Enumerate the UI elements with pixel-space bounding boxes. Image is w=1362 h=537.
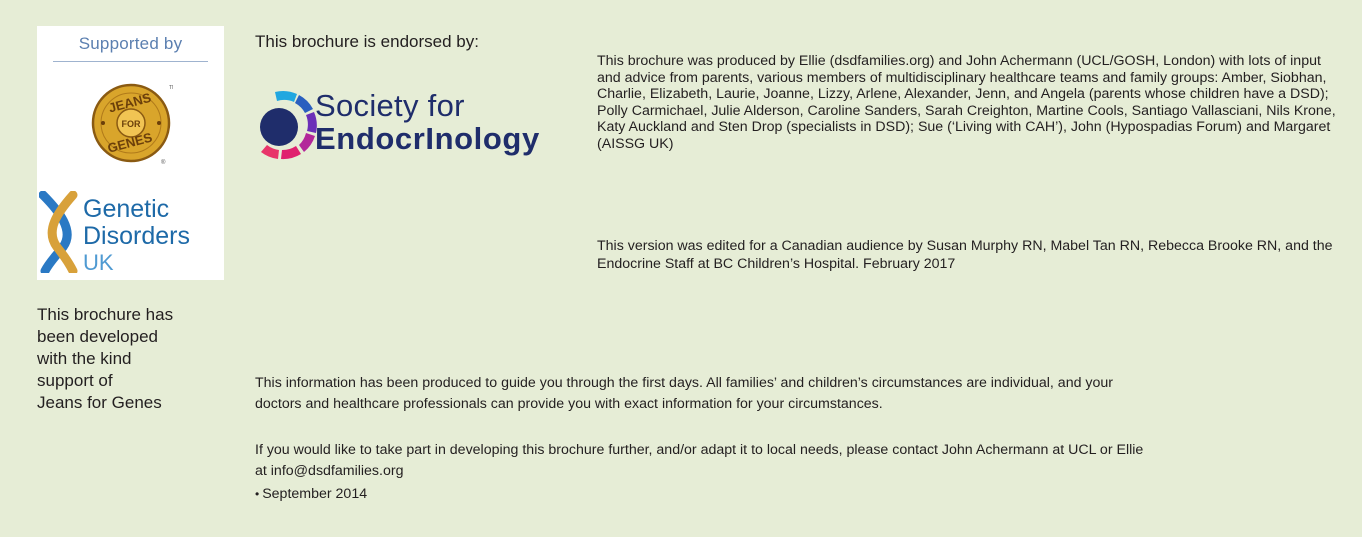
logo-ring-segment bbox=[275, 91, 297, 102]
development-note-line: with the kind bbox=[37, 349, 132, 368]
logo-ring-segment bbox=[281, 146, 301, 160]
date-text: September 2014 bbox=[262, 486, 368, 502]
genetic-disorders-uk-logo: Genetic Disorders UK bbox=[39, 191, 190, 273]
for-text: FOR bbox=[122, 119, 141, 129]
endorsed-heading: This brochure is endorsed by: bbox=[255, 32, 479, 51]
disorders-text: Disorders bbox=[83, 222, 190, 250]
development-note-line: This brochure has bbox=[37, 305, 174, 324]
genetic-text: Genetic bbox=[83, 195, 169, 223]
uk-text: UK bbox=[83, 250, 114, 273]
trademark-mark: TM bbox=[169, 85, 173, 91]
version-note: This version was edited for a Canadian a… bbox=[597, 238, 1333, 273]
guidance-paragraph: This information has been produced to gu… bbox=[255, 375, 1114, 412]
logo-ring-segment bbox=[261, 145, 279, 159]
logo-ring-segment bbox=[299, 133, 315, 152]
date-line: • September 2014 bbox=[255, 486, 367, 502]
development-note-line: been developed bbox=[37, 327, 159, 346]
jeans-for-genes-logo: JEANS FOR GENES TM ® bbox=[91, 83, 173, 165]
credits-paragraph: This brochure was produced by Ellie (dsd… bbox=[597, 53, 1336, 152]
society-logo-line2: EndocrInology bbox=[315, 121, 540, 156]
divider bbox=[53, 61, 208, 62]
contact-paragraph: If you would like to take part in develo… bbox=[255, 442, 1144, 479]
logo-ring-segment bbox=[295, 95, 313, 113]
development-note-line: Jeans for Genes bbox=[37, 393, 162, 412]
bullet-icon: • bbox=[255, 487, 260, 501]
society-logo-line1: Society for bbox=[315, 88, 465, 123]
logo-core-circle bbox=[260, 108, 298, 146]
development-note: This brochure has been developed with th… bbox=[37, 304, 217, 414]
supported-by-label: Supported by bbox=[78, 34, 183, 53]
support-panel: Supported by JEANS FOR GENES TM ® Geneti… bbox=[37, 26, 224, 280]
registered-mark: ® bbox=[161, 159, 166, 165]
development-note-line: support of bbox=[37, 371, 113, 390]
